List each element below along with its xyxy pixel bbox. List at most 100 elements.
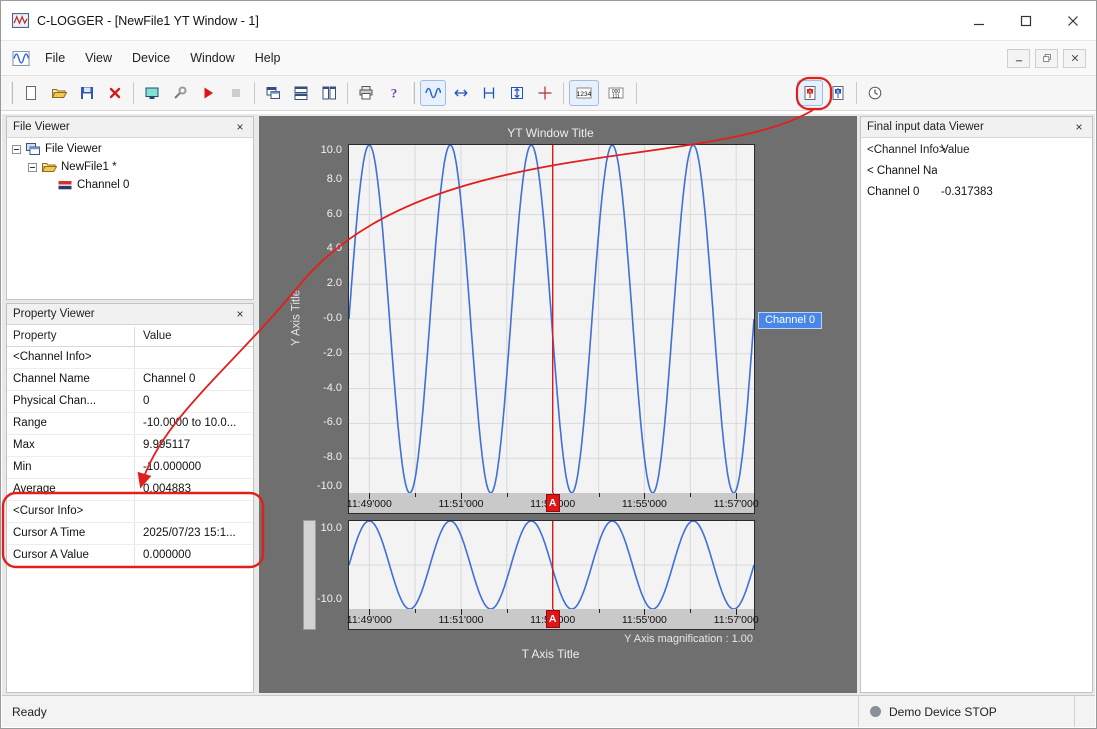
tree-item-newfile1[interactable]: NewFile1 * bbox=[7, 158, 253, 176]
mdi-window-controls bbox=[1007, 49, 1086, 68]
device-monitor-button[interactable] bbox=[139, 80, 165, 106]
fit-horizontal-button[interactable] bbox=[448, 80, 474, 106]
cross-cursor-icon bbox=[537, 85, 553, 101]
window-title: C-LOGGER - [NewFile1 YT Window - 1] bbox=[37, 14, 259, 28]
menu-window[interactable]: Window bbox=[180, 41, 244, 75]
overview-plot-area[interactable] bbox=[348, 520, 755, 610]
device-setup-button[interactable] bbox=[167, 80, 193, 106]
time-axis-strip[interactable]: 11:49'00011:51'00011:53'00011:55'00011:5… bbox=[348, 493, 755, 514]
property-row[interactable]: Channel NameChannel 0 bbox=[7, 369, 253, 391]
tile-vertical-button[interactable] bbox=[316, 80, 342, 106]
maximize-button[interactable] bbox=[1002, 1, 1049, 40]
property-row[interactable]: <Channel Info> bbox=[7, 347, 253, 369]
property-value-cell: 0 bbox=[135, 391, 253, 412]
help-button[interactable]: ? bbox=[381, 80, 407, 106]
value-column-header[interactable]: Value bbox=[937, 140, 1092, 162]
app-window: C-LOGGER - [NewFile1 YT Window - 1] File… bbox=[0, 0, 1097, 729]
property-row[interactable]: Average0.004883 bbox=[7, 479, 253, 501]
property-table: Property Value <Channel Info>Channel Nam… bbox=[7, 325, 253, 692]
yt-window-button[interactable] bbox=[420, 80, 446, 106]
close-button[interactable] bbox=[1049, 1, 1096, 40]
overview-scrollbar[interactable] bbox=[303, 520, 316, 630]
file-viewer-title: File Viewer bbox=[13, 121, 70, 133]
svg-text:111: 111 bbox=[612, 94, 620, 100]
tree-item-label: File Viewer bbox=[45, 143, 102, 155]
property-value-cell: 0.004883 bbox=[135, 479, 253, 500]
tree-item-channel-0[interactable]: Channel 0 bbox=[7, 176, 253, 194]
print-button[interactable] bbox=[353, 80, 379, 106]
cascade-windows-button[interactable] bbox=[260, 80, 286, 106]
minor-tick bbox=[507, 493, 508, 497]
minimize-button[interactable] bbox=[955, 1, 1002, 40]
cursor-b-button[interactable]: B bbox=[825, 80, 851, 106]
menu-file[interactable]: File bbox=[35, 41, 75, 75]
save-file-button[interactable] bbox=[74, 80, 100, 106]
mdi-restore-button[interactable] bbox=[1035, 49, 1058, 68]
property-table-header: Property Value bbox=[7, 327, 253, 347]
interval-button[interactable] bbox=[862, 80, 888, 106]
menu-help[interactable]: Help bbox=[245, 41, 291, 75]
final-input-header: Final input data Viewer × bbox=[861, 117, 1092, 138]
minor-tick bbox=[507, 609, 508, 613]
property-value-cell: -10.0000 to 10.0... bbox=[135, 413, 253, 434]
cursor-a-flag[interactable]: A bbox=[546, 610, 560, 628]
property-column-header[interactable]: Property bbox=[7, 327, 135, 346]
close-file-button[interactable] bbox=[102, 80, 128, 106]
open-file-button[interactable] bbox=[46, 80, 72, 106]
overview-time-strip[interactable]: 11:49'00011:51'00011:53'00011:55'00011:5… bbox=[348, 609, 755, 630]
numeric-display-button[interactable]: 1234 bbox=[569, 80, 599, 106]
new-file-button[interactable] bbox=[18, 80, 44, 106]
fit-vertical-button[interactable] bbox=[504, 80, 530, 106]
property-row[interactable]: Physical Chan...0 bbox=[7, 391, 253, 413]
tile-horizontal-button[interactable] bbox=[288, 80, 314, 106]
stop-measure-button[interactable] bbox=[223, 80, 249, 106]
menu-view[interactable]: View bbox=[75, 41, 122, 75]
property-value-cell: Channel 0 bbox=[135, 369, 253, 390]
property-row[interactable]: <Cursor Info> bbox=[7, 501, 253, 523]
time-tick-label: 11:55'000 bbox=[622, 614, 667, 626]
channel-value-cell: -0.317383 bbox=[937, 183, 1092, 204]
property-value-cell: 0.000000 bbox=[135, 545, 253, 566]
cursor-b-icon: B bbox=[830, 85, 846, 101]
main-plot-area[interactable] bbox=[348, 144, 755, 494]
svg-text:A: A bbox=[808, 89, 811, 94]
property-row[interactable]: Cursor A Value0.000000 bbox=[7, 545, 253, 567]
final-input-row[interactable]: < Channel Na... bbox=[861, 162, 1092, 183]
minor-tick bbox=[599, 609, 600, 613]
yt-wave-icon bbox=[425, 85, 441, 101]
minor-tick bbox=[599, 493, 600, 497]
property-row[interactable]: Cursor A Time2025/07/23 15:1... bbox=[7, 523, 253, 545]
channel-info-column-header[interactable]: <Channel Info> bbox=[861, 140, 937, 162]
channel-label[interactable]: Channel 0 bbox=[758, 312, 822, 329]
value-column-header[interactable]: Value bbox=[135, 327, 253, 346]
device-status-dot bbox=[870, 706, 881, 717]
svg-text:B: B bbox=[836, 89, 839, 94]
minor-tick bbox=[690, 493, 691, 497]
close-icon[interactable]: × bbox=[233, 307, 247, 321]
svg-text:?: ? bbox=[391, 86, 398, 101]
cross-cursor-button[interactable] bbox=[532, 80, 558, 106]
toolbar-group-yt-view-group bbox=[419, 80, 559, 106]
numeric-1234-icon: 1234 bbox=[576, 85, 592, 101]
tree-expander-icon[interactable] bbox=[12, 145, 21, 154]
mdi-minimize-button[interactable] bbox=[1007, 49, 1030, 68]
close-icon[interactable]: × bbox=[1072, 120, 1086, 134]
property-row[interactable]: Min-10.000000 bbox=[7, 457, 253, 479]
time-range-button[interactable] bbox=[476, 80, 502, 106]
property-row[interactable]: Max9.995117 bbox=[7, 435, 253, 457]
mdi-close-button[interactable] bbox=[1063, 49, 1086, 68]
property-row[interactable]: Range-10.0000 to 10.0... bbox=[7, 413, 253, 435]
cursor-a-button[interactable]: A bbox=[797, 80, 823, 106]
final-input-row[interactable]: Channel 0-0.317383 bbox=[861, 183, 1092, 204]
cursor-a-flag[interactable]: A bbox=[546, 494, 560, 512]
binary-display-button[interactable]: 000111 bbox=[601, 80, 631, 106]
toolbar-group-device-group bbox=[138, 80, 250, 106]
tree-expander-icon[interactable] bbox=[28, 163, 37, 172]
tree-item-file-viewer[interactable]: File Viewer bbox=[7, 140, 253, 158]
close-icon[interactable]: × bbox=[233, 120, 247, 134]
toolbar-group-window-group bbox=[259, 80, 343, 106]
start-measure-button[interactable] bbox=[195, 80, 221, 106]
property-value-cell: 9.995117 bbox=[135, 435, 253, 456]
menu-device[interactable]: Device bbox=[122, 41, 180, 75]
toolbar-group-cursor-group: AB bbox=[796, 80, 852, 106]
